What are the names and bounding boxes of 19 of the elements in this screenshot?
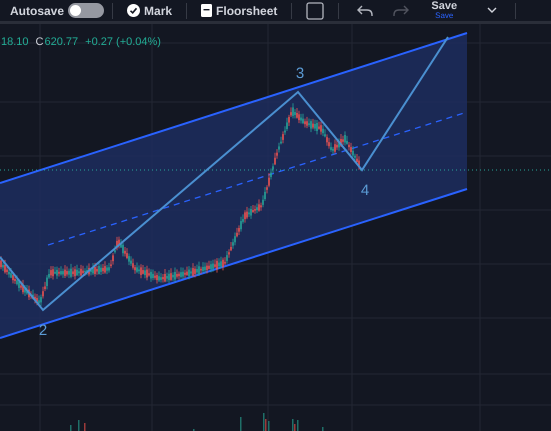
undo-arrow-icon xyxy=(357,4,374,16)
change-value: +0.27 (+0.04%) xyxy=(85,36,161,48)
floorsheet-button[interactable]: Floorsheet xyxy=(195,4,284,18)
chevron-down-icon xyxy=(487,7,498,14)
open-value: 18.10 xyxy=(1,36,29,48)
mark-button[interactable]: Mark xyxy=(121,4,178,18)
square-icon xyxy=(306,2,324,20)
wave-label: 2 xyxy=(38,322,48,339)
wave-label: 3 xyxy=(296,65,304,82)
save-status: Save xyxy=(435,12,454,20)
autosave-toggle[interactable] xyxy=(68,3,104,18)
check-circle-icon xyxy=(127,4,140,17)
save-button[interactable]: Save Save xyxy=(431,1,458,20)
close-label: C xyxy=(36,36,44,48)
autosave-label: Autosave xyxy=(10,4,64,18)
save-label: Save xyxy=(431,1,458,12)
document-icon xyxy=(201,4,212,17)
wave-label: 4 xyxy=(360,182,370,199)
close-value: 620.77 xyxy=(44,36,78,48)
